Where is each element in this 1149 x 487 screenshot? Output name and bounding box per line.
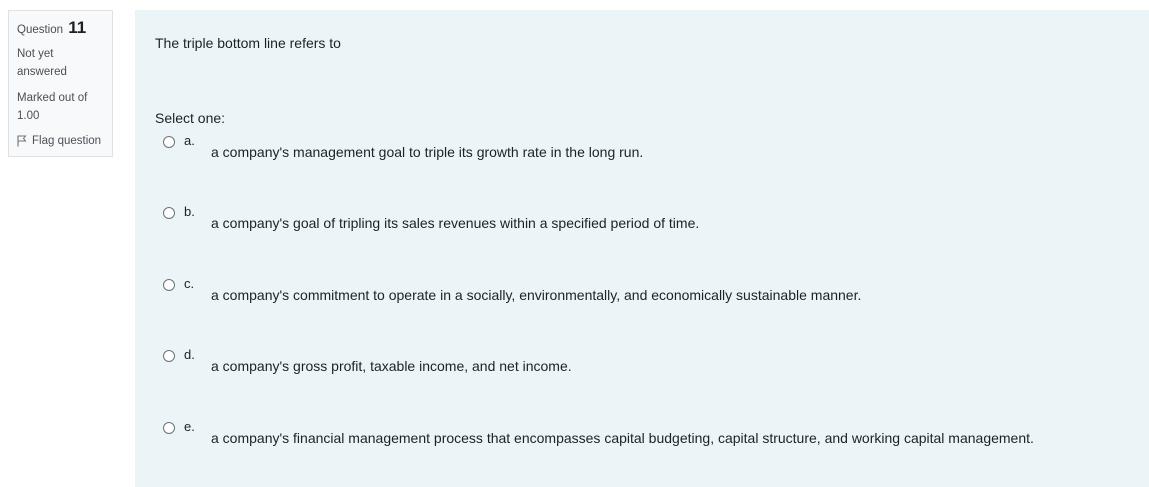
flag-question-button[interactable]: Flag question	[17, 133, 112, 149]
option-letter-b: b.	[184, 204, 195, 219]
radio-button-e[interactable]	[163, 422, 175, 434]
question-number-heading: Question 11	[17, 17, 112, 41]
radio-button-b[interactable]	[163, 207, 175, 219]
radio-button-c[interactable]	[163, 279, 175, 291]
question-content: The triple bottom line refers to Select …	[135, 10, 1149, 487]
radio-button-a[interactable]	[163, 136, 175, 148]
answer-option-d[interactable]: d. a company's gross profit, taxable inc…	[163, 347, 1123, 390]
option-letter-c: c.	[184, 276, 195, 291]
answer-option-b[interactable]: b. a company's goal of tripling its sale…	[163, 204, 1123, 247]
question-text: The triple bottom line refers to	[155, 35, 341, 51]
flag-icon	[17, 135, 27, 147]
option-text-d[interactable]: a company's gross profit, taxable income…	[211, 357, 572, 375]
question-info-panel: Question 11 Not yet answered Marked out …	[8, 10, 113, 157]
radio-button-d[interactable]	[163, 350, 175, 362]
flag-question-label: Flag question	[32, 135, 102, 147]
option-letter-a: a.	[184, 133, 195, 148]
question-number: 11	[68, 18, 87, 37]
question-state: Not yet answered	[17, 48, 67, 78]
answer-option-c[interactable]: c. a company's commitment to operate in …	[163, 276, 1123, 319]
select-one-prompt: Select one:	[155, 110, 226, 126]
option-text-b[interactable]: a company's goal of tripling its sales r…	[211, 214, 699, 232]
answer-option-e[interactable]: e. a company's financial management proc…	[163, 419, 1123, 462]
question-grade: Marked out of 1.00	[17, 92, 88, 122]
option-text-c[interactable]: a company's commitment to operate in a s…	[211, 286, 861, 304]
option-text-a[interactable]: a company's management goal to triple it…	[211, 143, 643, 161]
option-text-e[interactable]: a company's financial management process…	[211, 429, 1034, 447]
question-label: Question	[17, 24, 64, 36]
option-letter-d: d.	[184, 347, 195, 362]
answer-option-a[interactable]: a. a company's management goal to triple…	[163, 133, 1123, 176]
option-letter-e: e.	[184, 419, 195, 434]
